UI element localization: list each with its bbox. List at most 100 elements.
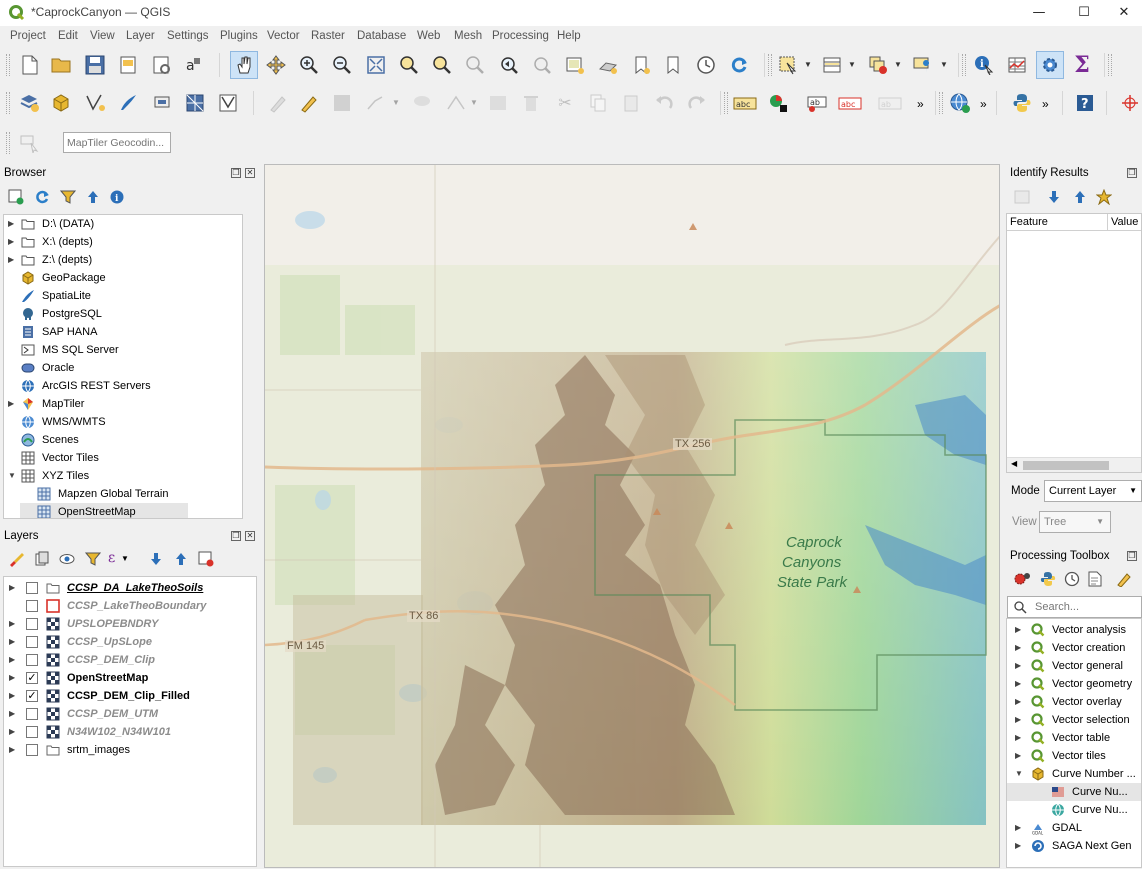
menu-web[interactable]: Web [417,30,440,42]
delete-selected-icon[interactable] [519,91,543,115]
float-panel-icon[interactable]: ❐ [1127,551,1137,561]
new-temporary-layer-icon[interactable] [217,91,241,115]
close-panel-icon[interactable]: ✕ [245,168,255,178]
new-virtual-layer-icon[interactable] [151,91,175,115]
processing-provider-item[interactable]: ▶ Vector general [1007,657,1141,675]
menu-settings[interactable]: Settings [167,30,209,42]
open-project-icon[interactable] [50,53,74,77]
browser-item[interactable]: ▶ X:\ (depts) [4,233,242,251]
show-bookmarks-icon[interactable] [661,53,685,77]
zoom-to-selection-icon[interactable] [397,53,421,77]
layer-item[interactable]: ▶ UPSLOPEBNDRY [4,615,256,633]
new-mesh-layer-icon[interactable] [184,91,208,115]
refresh-icon[interactable] [34,189,50,205]
menu-layer[interactable]: Layer [126,30,155,42]
zoom-next-icon[interactable] [530,53,554,77]
overflow-chevron-icon[interactable]: » [1042,97,1049,111]
expand-arrow-icon[interactable]: ▶ [9,673,15,682]
expand-arrow-icon[interactable]: ▶ [8,399,14,408]
expand-all-icon[interactable] [1046,189,1062,205]
processing-provider-item[interactable]: ▶ Vector table [1007,729,1141,747]
expand-arrow-icon[interactable]: ▶ [9,655,15,664]
processing-provider-item[interactable]: ▶ Vector tiles [1007,747,1141,765]
overflow-chevron-icon[interactable]: » [980,97,987,111]
view-select[interactable]: Tree ▼ [1039,511,1111,533]
browser-item[interactable]: MS SQL Server [4,341,242,359]
results-viewer-icon[interactable] [1088,571,1102,587]
layer-visibility-checkbox[interactable] [26,582,38,594]
layer-item[interactable]: CCSP_LakeTheoBoundary [4,597,256,615]
zoom-last-icon[interactable] [497,53,521,77]
chevron-down-icon[interactable]: ▼ [392,98,400,107]
menu-mesh[interactable]: Mesh [454,30,482,42]
processing-provider-item[interactable]: ▶ Vector overlay [1007,693,1141,711]
float-panel-icon[interactable]: ❐ [1127,168,1137,178]
browser-item[interactable]: ArcGIS REST Servers [4,377,242,395]
save-project-icon[interactable] [83,53,107,77]
chevron-down-icon[interactable]: ▼ [804,60,812,69]
close-panel-icon[interactable]: ✕ [245,531,255,541]
save-edits-icon[interactable] [330,91,354,115]
collapse-all-icon[interactable] [1072,189,1088,205]
menu-vector[interactable]: Vector [267,30,300,42]
remove-layer-icon[interactable] [198,551,214,567]
layer-visibility-checkbox[interactable] [26,744,38,756]
zoom-in-icon[interactable] [297,53,321,77]
filter-legend-icon[interactable] [85,551,101,567]
browser-item[interactable]: OpenStreetMap [20,503,188,518]
add-group-icon[interactable] [34,551,50,567]
attribute-table-icon[interactable] [1005,53,1029,77]
expand-arrow-icon[interactable]: ▶ [1015,661,1021,670]
layer-visibility-checkbox[interactable] [26,726,38,738]
browser-item[interactable]: ▼ XYZ Tiles [4,467,242,485]
toggle-editing-icon[interactable] [297,91,321,115]
browser-item[interactable]: ▶ Z:\ (depts) [4,251,242,269]
expand-arrow-icon[interactable]: ▶ [9,691,15,700]
menu-database[interactable]: Database [357,30,406,42]
browser-item[interactable]: Vector Tiles [4,449,242,467]
clear-results-icon[interactable] [1096,189,1112,205]
filter-expression-icon[interactable]: ε [108,550,115,566]
collapse-arrow-icon[interactable]: ▼ [1015,769,1023,778]
browser-item[interactable]: SpatiaLite [4,287,242,305]
modify-attributes-icon[interactable] [486,91,510,115]
processing-provider-item[interactable]: ▶ Vector geometry [1007,675,1141,693]
select-by-attribute-icon[interactable] [820,53,844,77]
browser-scrollbar[interactable]: ▲ [242,215,243,518]
expand-arrow-icon[interactable]: ▶ [1015,697,1021,706]
current-edits-icon[interactable] [266,91,290,115]
processing-provider-item[interactable]: ▼ Curve Number ... [1007,765,1141,783]
layer-item[interactable]: ▶ N34W102_N34W101 [4,723,256,741]
expand-arrow-icon[interactable]: ▶ [9,583,15,592]
multi-edit-icon[interactable] [444,91,468,115]
expand-arrow-icon[interactable]: ▶ [1015,625,1021,634]
column-header-value[interactable]: Value [1111,216,1138,228]
show-hide-labels-icon[interactable]: ab [878,91,902,115]
new-print-layout-icon[interactable] [116,53,140,77]
expand-arrow-icon[interactable]: ▶ [1015,715,1021,724]
temporal-controller-icon[interactable] [694,53,718,77]
expand-arrow-icon[interactable]: ▶ [1015,823,1021,832]
browser-item[interactable]: SAP HANA [4,323,242,341]
browser-item[interactable]: ▶ D:\ (DATA) [4,215,242,233]
map-rendering[interactable] [265,165,1000,868]
expand-all-icon[interactable] [148,551,164,567]
expand-arrow-icon[interactable]: ▶ [1015,841,1021,850]
new-shapefile-layer-icon[interactable] [84,91,108,115]
new-geopackage-layer-icon[interactable] [50,91,74,115]
highlight-pinned-labels-icon[interactable]: ab [806,91,830,115]
layer-visibility-checkbox[interactable] [26,708,38,720]
browser-item[interactable]: PostgreSQL [4,305,242,323]
add-selected-layers-icon[interactable] [8,189,24,205]
new-spatialite-layer-icon[interactable] [117,91,141,115]
expand-arrow-icon[interactable]: ▶ [1015,751,1021,760]
menu-raster[interactable]: Raster [311,30,345,42]
expand-arrow-icon[interactable]: ▶ [1015,643,1021,652]
layer-visibility-checkbox[interactable]: ✓ [26,690,38,702]
manage-visibility-icon[interactable] [59,551,77,567]
info-icon[interactable]: i [109,189,125,205]
processing-toolbox-icon[interactable] [1036,51,1064,79]
column-header-feature[interactable]: Feature [1010,216,1048,228]
layer-item[interactable]: ▶ ✓ CCSP_DEM_Clip_Filled [4,687,256,705]
menu-edit[interactable]: Edit [58,30,78,42]
